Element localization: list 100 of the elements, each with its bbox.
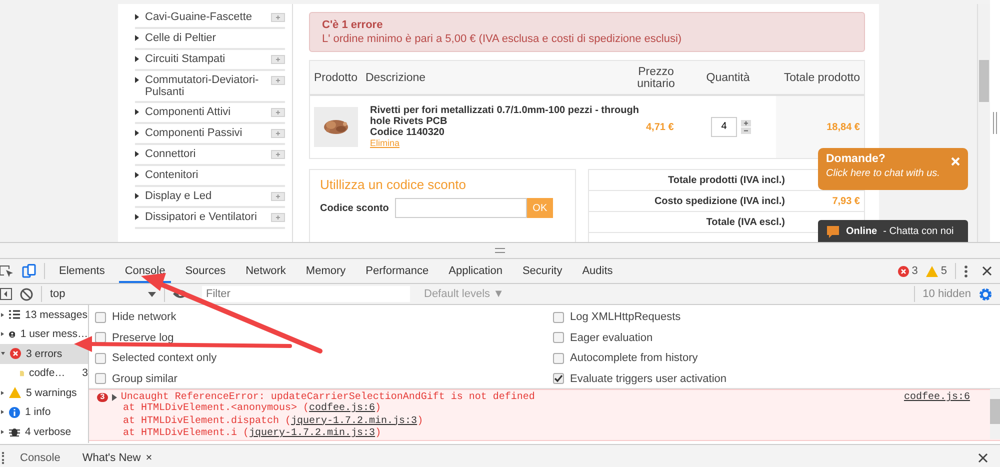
category-link[interactable]: Circuiti Stampati — [145, 53, 265, 65]
quantity-field[interactable]: 4 — [711, 117, 737, 137]
close-button[interactable]: × — [146, 452, 152, 464]
source-link[interactable]: codfee.js:6 — [904, 392, 970, 403]
checkbox-label: Log XMLHttpRequests — [570, 311, 681, 324]
triangle-icon — [135, 77, 139, 83]
plus-icon[interactable] — [271, 108, 285, 117]
sidebar-icon[interactable] — [0, 288, 12, 300]
checkbox[interactable] — [553, 352, 564, 364]
clear-icon[interactable] — [20, 288, 33, 300]
plus-icon[interactable] — [271, 150, 285, 159]
column-header: Prezzo unitario — [636, 66, 676, 90]
sidebar-item[interactable]: 3 errors — [0, 344, 88, 364]
source-link[interactable]: jquery-1.7.2.min.js:3 — [249, 428, 376, 439]
column-header: Descrizione — [364, 72, 427, 84]
category-link[interactable]: Componenti Attivi — [145, 106, 265, 118]
product-code: Codice 1140320 — [370, 127, 446, 138]
checkbox[interactable] — [95, 332, 106, 344]
checkbox[interactable] — [553, 332, 564, 344]
sidebar-item[interactable]: codfe… 3 — [0, 364, 88, 383]
discount-field[interactable] — [394, 198, 527, 218]
resize-handle[interactable] — [495, 248, 505, 253]
plus-icon[interactable] — [271, 13, 285, 22]
hidden-count: 10 hidden — [922, 288, 971, 300]
list-icon — [9, 310, 20, 320]
settings-icon[interactable] — [979, 288, 992, 300]
category-link[interactable]: Display e Led — [145, 190, 265, 202]
device-icon[interactable] — [22, 264, 36, 278]
checkbox-label: Eager evaluation — [570, 332, 653, 344]
panel-tab[interactable]: Network — [240, 259, 292, 283]
inspect-icon[interactable] — [0, 264, 14, 278]
drawer-tab[interactable]: What's New × — [74, 445, 160, 467]
chat-bar[interactable]: Online - Chatta con noi — [818, 220, 968, 242]
sidebar-item[interactable]: 5 warnings — [0, 383, 88, 402]
checkbox-label: Selected context only — [112, 352, 217, 364]
checkbox[interactable] — [95, 352, 106, 364]
info-icon — [9, 406, 20, 418]
sidebar-item[interactable]: 4 verbose — [0, 422, 88, 442]
stepper-icon[interactable] — [741, 120, 751, 134]
category-link[interactable]: Cavi-Guaine-Fascette — [145, 11, 265, 23]
category-link[interactable]: Commutatori-Deviatori-Pulsanti — [145, 74, 265, 98]
close-icon[interactable] — [978, 453, 988, 463]
panel-tab[interactable]: Application — [442, 259, 508, 283]
checkbox[interactable] — [95, 373, 106, 384]
panel-tab[interactable]: Performance — [360, 259, 435, 283]
panel-tab[interactable]: Sources — [179, 259, 232, 283]
scrollbar[interactable] — [977, 4, 990, 242]
category-link[interactable]: Celle di Peltier — [145, 32, 285, 44]
chat-status: Online — [846, 226, 878, 237]
context-select[interactable]: top — [50, 288, 140, 300]
warning-icon — [9, 387, 21, 398]
plus-icon[interactable] — [271, 76, 285, 85]
panel-tab[interactable]: Audits — [576, 259, 619, 283]
category-link[interactable]: Componenti Passivi — [145, 127, 265, 139]
error-text: Uncaught ReferenceError: updateCarrierSelectionAndGift is not defined — [120, 392, 535, 403]
count-badge: 3 — [97, 393, 108, 402]
column-header: Prodotto — [313, 72, 358, 84]
plus-icon[interactable] — [271, 213, 285, 222]
chat-title: Domande? — [826, 153, 886, 165]
checkbox[interactable] — [95, 312, 106, 323]
expand-icon[interactable] — [112, 394, 117, 401]
plus-icon[interactable] — [271, 192, 285, 201]
category-link[interactable]: Connettori — [145, 148, 265, 160]
checkbox[interactable] — [553, 312, 564, 323]
panel-tab[interactable]: Security — [516, 259, 568, 283]
checkbox[interactable] — [553, 373, 564, 384]
source-link[interactable]: jquery-1.7.2.min.js:3 — [291, 416, 418, 426]
unit-price: 4,71 € — [646, 122, 675, 132]
more-icon[interactable] — [964, 264, 968, 278]
triangle-icon — [135, 130, 139, 136]
drawer-tab[interactable]: Console — [12, 445, 68, 467]
category-link[interactable]: Dissipatori e Ventilatori — [145, 211, 265, 223]
sidebar-item[interactable]: 1 user mess… — [0, 324, 88, 344]
scrollbar[interactable] — [990, 389, 1000, 439]
product-name: Rivetti per fori metallizzati 0.7/1.0mm-100 pezzi - through hole Rivets PCB — [370, 105, 640, 127]
error-icon — [898, 266, 909, 276]
total-label: Costo spedizione (IVA incl.) — [653, 196, 786, 206]
checkbox-label: Evaluate triggers user activation — [570, 372, 727, 385]
error-title: C'è 1 errore — [322, 19, 384, 31]
triangle-icon — [135, 214, 139, 220]
panel-tab[interactable]: Memory — [300, 259, 352, 283]
triangle-icon — [135, 109, 139, 115]
speech-bubble-icon — [826, 224, 840, 238]
panel-tab[interactable]: Elements — [53, 259, 111, 283]
triangle-icon — [135, 172, 139, 178]
source-link[interactable]: codfee.js:6 — [309, 403, 376, 414]
drawer-menu-icon[interactable] — [2, 452, 6, 464]
sidebar-item[interactable]: 1 info — [0, 402, 88, 422]
category-link[interactable]: Contenitori — [145, 169, 285, 181]
checkbox-label: Group similar — [112, 372, 178, 385]
close-icon[interactable] — [982, 266, 992, 276]
filter-field[interactable]: Filter — [202, 286, 410, 302]
warning-icon — [926, 266, 938, 276]
bug-icon — [9, 426, 20, 438]
sidebar-item[interactable]: 13 messages — [0, 305, 88, 324]
plus-icon[interactable] — [271, 55, 285, 64]
column-header: Quantità — [705, 72, 751, 84]
plus-icon[interactable] — [271, 129, 285, 138]
field-label: Codice sconto — [320, 202, 389, 214]
warning-count: 5 — [940, 265, 947, 277]
